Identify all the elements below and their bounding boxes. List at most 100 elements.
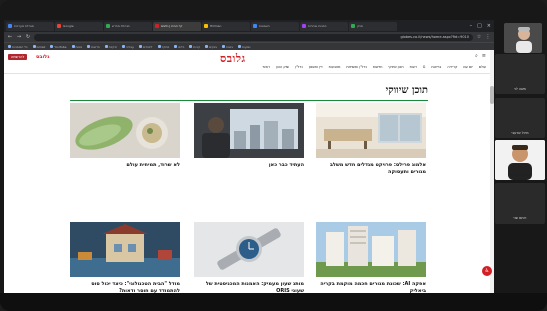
back-icon[interactable]: ← — [7, 34, 13, 40]
maximize-icon[interactable]: □ — [477, 23, 482, 29]
section-divider — [70, 100, 428, 101]
subscribe-button[interactable]: להרשמה — [8, 54, 28, 60]
hamburger-icon[interactable]: ≡ — [482, 53, 486, 59]
participant-tile[interactable]: משה לוי — [495, 54, 545, 94]
participant-name: רותם שני — [513, 216, 527, 220]
bookmark-item[interactable]: תיקיות — [105, 45, 117, 49]
article-image[interactable] — [316, 222, 426, 277]
bookmark-item[interactable]: YouTube — [50, 45, 66, 49]
bookmarks-bar: כל הסימניות Gmail YouTube מפות חדשות תיקיות עב… — [4, 42, 494, 50]
browser-tab[interactable]: מנהלת מחדש — [104, 21, 152, 31]
nav-item[interactable]: דעות — [410, 65, 417, 69]
tab-label: Hillman — [210, 23, 222, 28]
bookmark-item[interactable]: Gmail — [33, 45, 46, 49]
nav-item[interactable]: ראשי — [263, 65, 270, 69]
article-card[interactable]: אלמוג פרילס: פרויקט מגדלים חדש משלב מגור… — [316, 103, 426, 176]
bookmark-item[interactable]: קניות — [189, 45, 200, 49]
tab-favicon-icon — [253, 24, 257, 28]
article-card[interactable]: אפקה AI: שכונת מגורים חכמה מוקמת בקריה ב… — [316, 222, 426, 293]
bookmark-item[interactable]: כלים — [174, 45, 184, 49]
article-image[interactable] — [70, 103, 180, 158]
participant-tile[interactable]: Yossi Cohen — [495, 140, 545, 180]
article-title[interactable]: מודל "הבית הטכנולוגי": כיצד יכול סוס להת… — [70, 281, 180, 293]
tab-label: כתבות נבחרות — [308, 23, 327, 28]
search-icon[interactable]: ⌕ — [475, 53, 478, 59]
article-image[interactable] — [194, 103, 304, 158]
taskbar — [0, 293, 547, 311]
page-scrollbar[interactable] — [490, 50, 494, 293]
reload-icon[interactable]: ↻ — [25, 34, 31, 40]
bookmark-item[interactable]: נסיעות — [238, 45, 251, 49]
tab-label: מנהלת מערכות — [14, 23, 34, 28]
bookmark-item[interactable]: מחקר — [158, 45, 170, 49]
article-card[interactable]: לא שרוד, תמיחית עולם — [70, 103, 180, 169]
tab-favicon-icon — [8, 24, 12, 28]
nav-item[interactable]: G — [423, 65, 426, 69]
article-title[interactable]: אפקה AI: שכונת מגורים חכמה מוקמת בקריה ב… — [316, 281, 426, 293]
article-title[interactable]: אלמוג פרילס: פרויקט מגדלים חדש משלב מגור… — [316, 162, 426, 176]
tab-label: מגזין — [357, 23, 363, 28]
browser-tab[interactable]: מגזין — [349, 21, 397, 31]
participant-tile[interactable]: מיכל שרעבי — [495, 98, 545, 138]
nav-item[interactable]: מטבעות — [329, 65, 341, 69]
minimize-icon[interactable]: – — [470, 23, 473, 29]
article-card[interactable]: העתיד כבר כאן — [194, 103, 304, 169]
article-title[interactable]: העתיד כבר כאן — [194, 162, 304, 169]
nav-item[interactable]: יום עם — [463, 65, 472, 69]
tab-label: דף הבית | גלובס — [161, 23, 183, 28]
nav-item[interactable]: קריירה — [447, 65, 457, 69]
url-input[interactable]: globes.co.il/news/home.aspx?fid=9010 — [34, 33, 473, 41]
browser-tab[interactable]: Google — [55, 21, 103, 31]
section-title: תוכן שיווקי — [385, 85, 428, 96]
article-image[interactable] — [194, 222, 304, 277]
menu-icon[interactable]: ⋮ — [485, 34, 491, 40]
tab-label: מנהלת מחדש — [112, 23, 130, 28]
nav-item[interactable]: דין וחשבון — [309, 65, 323, 69]
participant-name: מיכל שרעבי — [511, 131, 529, 135]
tab-favicon-icon — [204, 24, 208, 28]
tab-favicon-icon — [351, 24, 355, 28]
site-header: להרשמה גלובס גלובס ⌕ ≡ ראשי שוק ההון נדל"ן… — [4, 50, 494, 74]
participant-name: משה לוי — [514, 87, 526, 91]
header-icons: ⌕ ≡ — [475, 53, 486, 59]
tab-label: Google — [63, 23, 74, 28]
bookmark-item[interactable]: עבודה — [122, 45, 134, 49]
participant-tile[interactable]: רותם שני — [495, 183, 545, 223]
secondary-logo[interactable]: גלובס — [36, 54, 49, 60]
article-title[interactable]: לא שרוד, תמיחית עולם — [70, 162, 180, 169]
browser-tab[interactable]: מנהלת מערכות — [6, 21, 54, 31]
forward-icon[interactable]: → — [16, 34, 22, 40]
site-logo[interactable]: גלובס — [220, 52, 246, 65]
nav-item[interactable]: בריאות — [431, 65, 441, 69]
browser-tab[interactable]: כתבות נבחרות — [300, 21, 348, 31]
scrollbar-thumb[interactable] — [490, 86, 494, 104]
bookmark-item[interactable]: חדשות — [87, 45, 100, 49]
close-icon[interactable]: × — [487, 23, 491, 29]
address-bar: ← → ↻ globes.co.il/news/home.aspx?fid=90… — [4, 32, 494, 42]
participant-name: Yossi Cohen — [509, 173, 531, 177]
main-nav: ראשי שוק ההון נדל"ן דין וחשבון מטבעות נדל"ן ו… — [263, 65, 486, 69]
tab-favicon-icon — [302, 24, 306, 28]
article-card[interactable]: מותג שעון מעמיק: האמנות המכניסטית של שעו… — [194, 222, 304, 293]
browser-tab[interactable]: חשבונות — [251, 21, 299, 31]
bookmark-item[interactable]: מפות — [72, 45, 83, 49]
nav-item[interactable]: נדל"ן ותשתיות — [346, 65, 366, 69]
bookmark-item[interactable]: ביטוח — [222, 45, 233, 49]
globes-page: להרשמה גלובס גלובס ⌕ ≡ ראשי שוק ההון נדל"ן… — [4, 50, 494, 293]
bookmark-item[interactable]: כל הסימניות — [8, 45, 28, 49]
nav-item[interactable]: תוכן שיווקי — [388, 65, 403, 69]
nav-item[interactable]: חדשות — [373, 65, 383, 69]
article-card[interactable]: מודל "הבית הטכנולוגי": כיצד יכול סוס להת… — [70, 222, 180, 293]
article-image[interactable] — [70, 222, 180, 277]
bookmark-item[interactable]: לימודים — [139, 45, 153, 49]
browser-tab[interactable]: דף הבית | גלובס — [153, 21, 201, 31]
nav-item[interactable]: נדל"ן — [295, 65, 303, 69]
nav-item[interactable]: שוק ההון — [276, 65, 289, 69]
star-icon[interactable]: ☆ — [476, 34, 482, 40]
nav-item[interactable]: עולם — [479, 65, 486, 69]
bookmark-item[interactable]: בנקים — [205, 45, 217, 49]
article-image[interactable] — [316, 103, 426, 158]
article-title[interactable]: מותג שעון מעמיק: האמנות המכניסטית של שעו… — [194, 281, 304, 293]
browser-tab[interactable]: Hillman — [202, 21, 250, 31]
accessibility-icon[interactable]: ♿ — [482, 266, 492, 276]
